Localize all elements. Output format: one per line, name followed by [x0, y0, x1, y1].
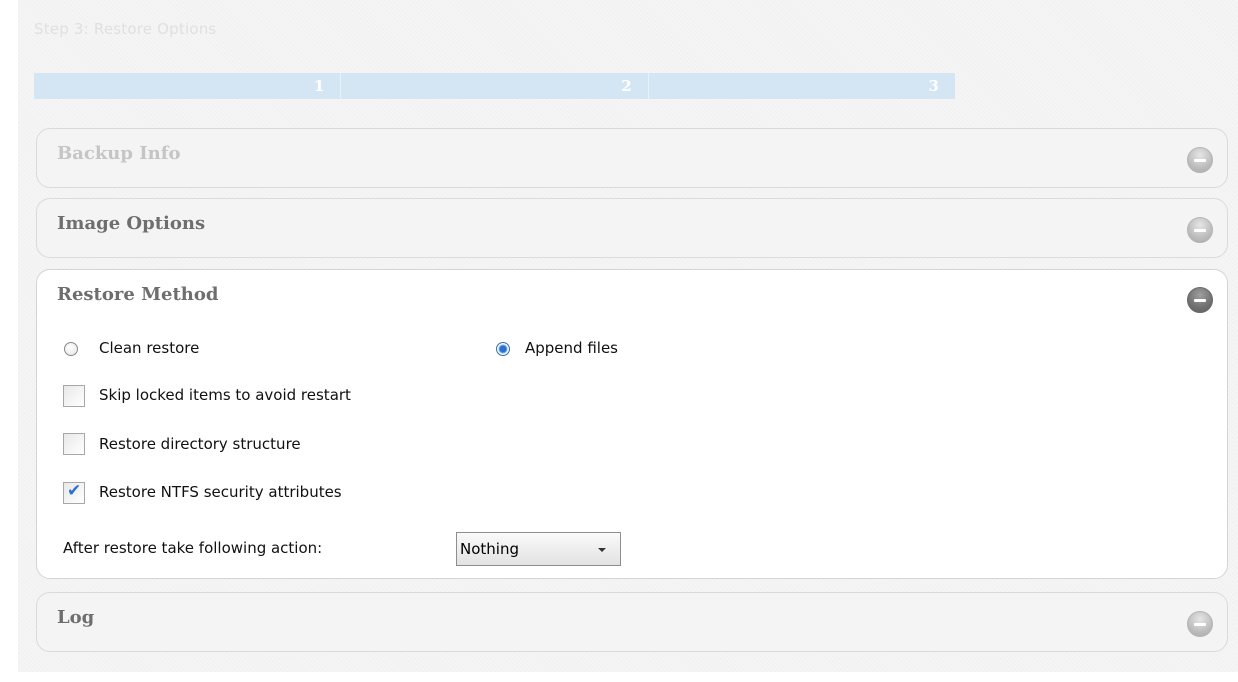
expand-toggle-icon[interactable] — [1187, 611, 1213, 637]
progress-step-2: 2 — [341, 73, 649, 99]
progress-step-1: 1 — [34, 73, 342, 99]
panel-title: Image Options — [57, 213, 206, 234]
append-files-label: Append files — [525, 339, 618, 357]
expand-toggle-icon[interactable] — [1187, 217, 1213, 243]
checkmark-icon: ✔ — [67, 481, 82, 501]
expand-toggle-icon[interactable] — [1187, 147, 1213, 173]
step-title: Step 3: Restore Options — [34, 20, 217, 38]
image-options-panel[interactable]: Image Options — [36, 198, 1228, 258]
restore-ntfs-label: Restore NTFS security attributes — [99, 483, 342, 501]
clean-restore-label: Clean restore — [99, 339, 200, 357]
progress-step-number: 1 — [313, 77, 325, 95]
after-restore-action-label: After restore take following action: — [63, 539, 323, 557]
log-panel[interactable]: Log — [36, 592, 1228, 652]
restore-wizard-page: Step 3: Restore Options 1 2 3 Backup Inf… — [18, 0, 1238, 672]
progress-step-number: 2 — [621, 77, 632, 95]
restore-ntfs-checkbox[interactable]: ✔ — [63, 481, 85, 504]
clean-restore-radio[interactable] — [64, 342, 78, 356]
restore-directory-label: Restore directory structure — [99, 435, 301, 453]
skip-locked-label: Skip locked items to avoid restart — [99, 386, 351, 404]
skip-locked-checkbox[interactable] — [63, 385, 85, 407]
chevron-down-icon — [598, 548, 606, 552]
after-restore-action-select[interactable]: Nothing — [456, 532, 621, 566]
panel-title[interactable]: Restore Method — [57, 284, 218, 305]
append-files-radio[interactable] — [496, 342, 510, 356]
progress-step-3: 3 — [649, 73, 955, 99]
panel-title: Backup Info — [57, 143, 181, 164]
panel-title: Log — [57, 607, 95, 628]
backup-info-panel[interactable]: Backup Info — [36, 128, 1228, 188]
progress-step-number: 3 — [928, 77, 939, 95]
restore-directory-checkbox[interactable] — [63, 433, 85, 455]
collapse-toggle-icon[interactable] — [1187, 287, 1213, 313]
step-progress-bar: 1 2 3 — [34, 73, 955, 99]
restore-method-panel: Restore Method Clean restore Append file… — [36, 269, 1228, 579]
selected-action: Nothing — [460, 540, 519, 558]
